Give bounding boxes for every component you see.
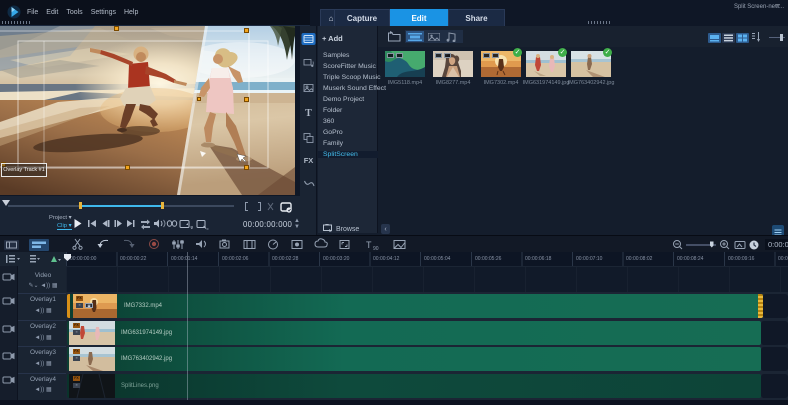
svg-text:FX: FX bbox=[304, 156, 314, 165]
svg-text:T: T bbox=[305, 108, 312, 119]
svg-text:90: 90 bbox=[373, 246, 379, 251]
svg-text:T: T bbox=[366, 240, 372, 250]
